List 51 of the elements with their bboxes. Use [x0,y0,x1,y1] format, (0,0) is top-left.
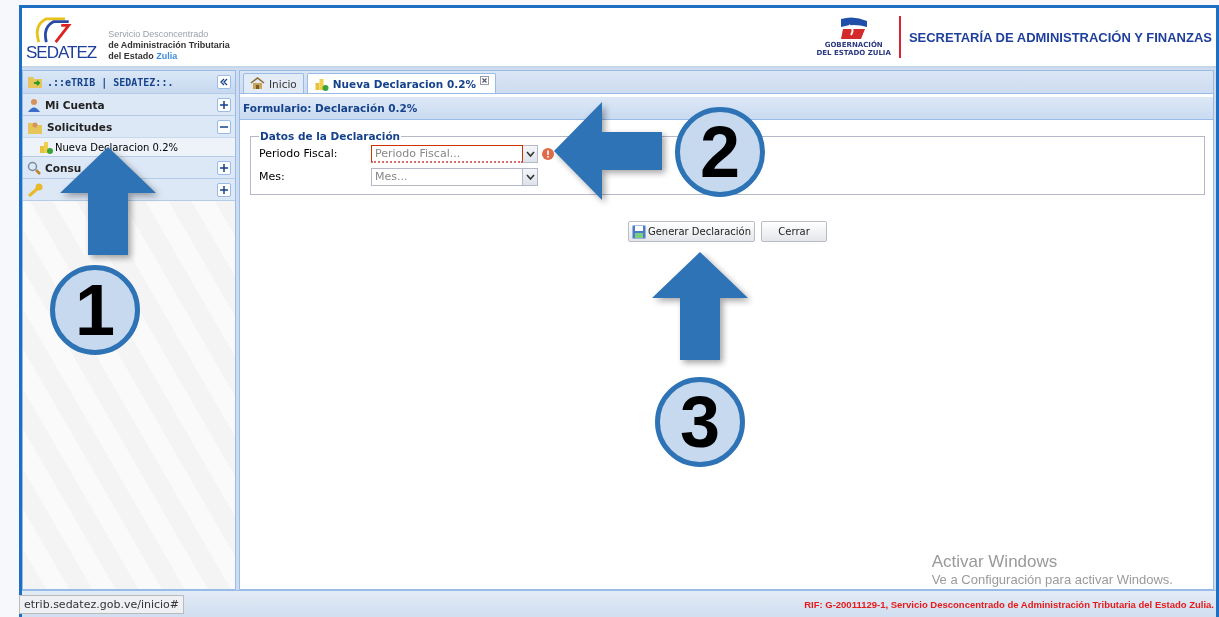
error-icon [542,147,554,160]
home-icon [250,77,265,90]
flag-emblem-icon [838,17,869,41]
dropdown-field[interactable]: Mes... [371,167,523,186]
org-name-line: Servicio Desconcentrado [108,29,210,40]
toggle-button[interactable] [217,160,231,175]
action-button[interactable]: Generar Declaración [627,221,756,242]
close-icon[interactable] [480,76,490,85]
coins-icon [313,76,329,91]
field-label: Periodo Fiscal: [259,147,339,160]
folder-arrow-icon [27,75,43,89]
dropdown-button[interactable] [523,167,538,186]
action-button[interactable]: Cerrar [761,221,828,242]
dropdown-field[interactable]: Periodo Fiscal... [371,144,523,163]
plus-icon [220,100,228,109]
status-notice: RIF: G-20011129-1, Servicio Desconcentrado de Administración Tributaria del Estado Zulia. [804,598,1214,610]
activation-watermark-text: Ve a Configuración para activar Windows. [931,572,1173,587]
chevron-down-icon [525,173,535,180]
key-icon [27,182,43,197]
accordion-header[interactable]: Solicitudes [23,115,235,137]
toggle-button[interactable] [217,119,231,134]
plus-icon [220,163,228,172]
toggle-button[interactable] [217,97,231,112]
search-icon [27,160,41,175]
double-chevron-left-icon [220,78,228,86]
tab[interactable]: Inicio [243,73,304,93]
up-arrow-icon [650,250,750,362]
toggle-button[interactable] [217,182,231,197]
tree-item[interactable]: Nueva Declaracion 0.2% [23,137,235,156]
coins-icon [39,140,53,154]
chevron-down-icon [525,150,535,157]
secretariat-title: SECRETARÍA DE ADMINISTRACIÓN Y FINANZAS [908,29,1212,45]
user-icon [27,97,41,112]
tab[interactable]: Nueva Declaracion 0.2% [306,73,497,93]
accordion-header[interactable]: Mi Cuenta [23,93,235,115]
plus-icon [220,185,228,194]
activation-watermark-title: Activar Windows [931,552,1059,572]
accordion-title: Solicitudes [47,120,114,133]
panel-title: Formulario: Declaración 0.2% [243,102,418,114]
dropdown-button[interactable] [523,144,538,163]
logo-text: SEDATEZ [26,44,97,62]
accordion-title: Mi Cuenta [45,98,106,111]
sidebar-title: .::eTRIB | SEDATEZ::. [47,76,175,88]
field-label: Mes: [259,170,286,183]
left-arrow-icon [552,100,664,202]
org-name-line: de Administración Tributaria [108,40,230,51]
org-name-line: del Estado Zulia [108,51,179,62]
collapse-button[interactable] [217,75,231,89]
fieldset-legend: Datos de la Declaración [259,130,402,142]
status-url: etrib.sedatez.gob.ve/inicio# [19,594,185,614]
accordion-title: Consu [45,161,83,174]
